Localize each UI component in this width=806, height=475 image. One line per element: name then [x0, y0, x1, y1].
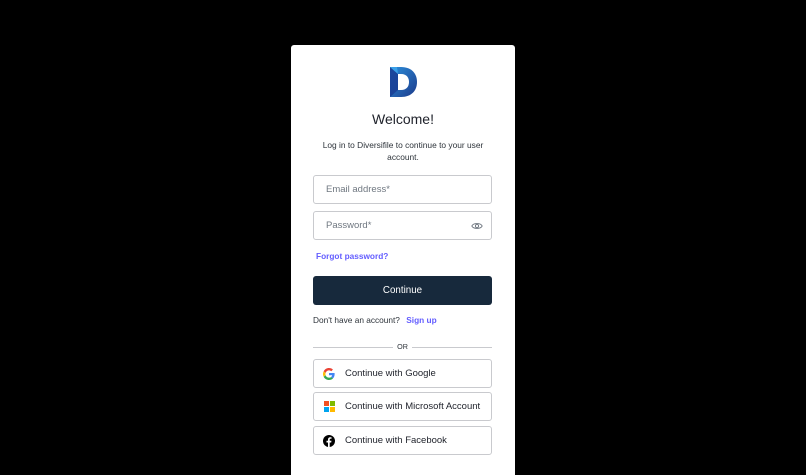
facebook-icon [323, 434, 335, 447]
or-divider: OR [313, 342, 492, 352]
forgot-password-link[interactable]: Forgot password? [316, 251, 388, 261]
google-icon [323, 367, 335, 380]
google-login-button[interactable]: Continue with Google [313, 359, 492, 388]
google-login-label: Continue with Google [345, 368, 436, 379]
no-account-text: Don't have an account? [313, 315, 400, 325]
facebook-login-button[interactable]: Continue with Facebook [313, 426, 492, 455]
eye-icon[interactable] [471, 221, 483, 231]
microsoft-icon [323, 401, 335, 413]
password-field-wrapper [313, 211, 492, 240]
continue-button[interactable]: Continue [313, 276, 492, 305]
page-title: Welcome! [372, 111, 434, 127]
login-subtitle: Log in to Diversifile to continue to you… [322, 140, 484, 162]
facebook-login-label: Continue with Facebook [345, 435, 447, 446]
login-card: Welcome! Log in to Diversifile to contin… [291, 45, 515, 475]
divider-line-right [412, 347, 492, 348]
password-field[interactable] [314, 212, 491, 239]
email-field[interactable] [314, 176, 491, 203]
email-field-wrapper [313, 175, 492, 204]
microsoft-login-label: Continue with Microsoft Account [345, 401, 481, 412]
microsoft-login-button[interactable]: Continue with Microsoft Account [313, 392, 492, 421]
signup-link[interactable]: Sign up [406, 315, 436, 325]
diversifile-logo-icon [390, 67, 417, 97]
signup-row: Don't have an account? Sign up [313, 315, 437, 325]
